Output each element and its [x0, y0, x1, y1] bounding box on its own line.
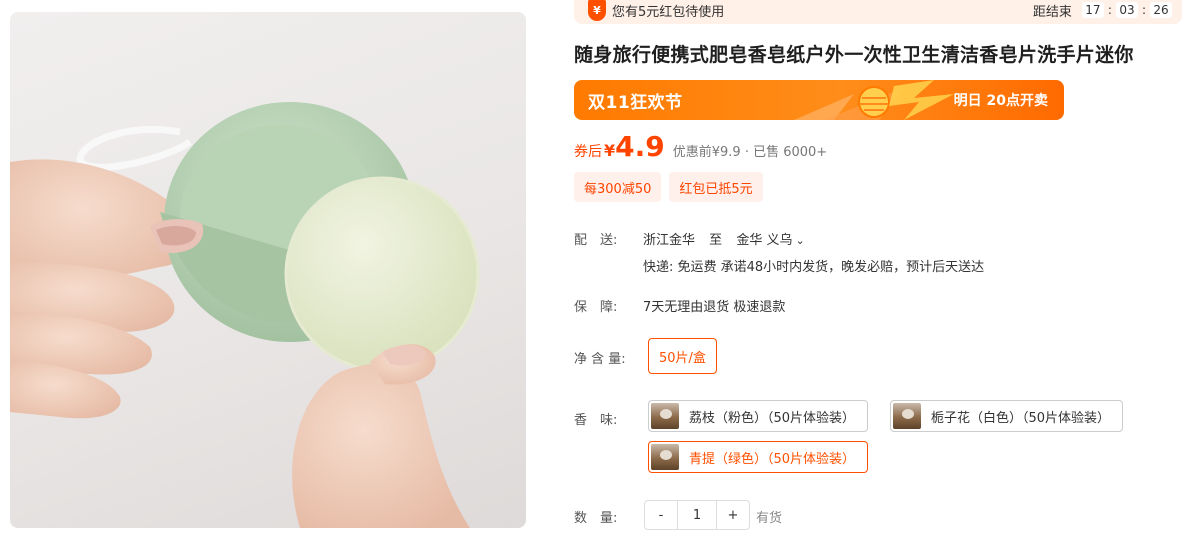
after-coupon-label: 券后	[574, 144, 602, 160]
countdown-separator: :	[1107, 3, 1112, 17]
quantity-input[interactable]: 1	[677, 501, 717, 529]
chevron-down-icon: ⌄	[795, 234, 805, 247]
scent-thumbnail	[651, 403, 679, 429]
double-11-logo: 双11狂欢节	[588, 92, 683, 113]
scent-option-lychee[interactable]: 荔枝（粉色）（50片体验装）	[648, 400, 869, 432]
scent-label: 香 味:	[574, 413, 618, 428]
promotion-tags: 每300减50 红包已抵5元	[574, 172, 763, 202]
scent-option-label: 青提（绿色）（50片体验装）	[689, 451, 856, 467]
scent-thumbnail	[893, 403, 921, 429]
sale-open-time: 明日 20点开卖	[953, 93, 1048, 109]
scent-option-label: 栀子花（白色）（50片体验装）	[931, 410, 1111, 426]
quantity-label: 数 量:	[574, 511, 618, 526]
delivery-to: 金华 义乌	[736, 233, 793, 248]
net-content-option[interactable]: 50片/盒	[648, 338, 717, 374]
stock-status: 有货	[756, 511, 783, 526]
currency-symbol: ¥	[604, 141, 616, 160]
discount-tag[interactable]: 每300减50	[574, 172, 662, 202]
red-packet-message: 您有5元红包待使用	[612, 4, 725, 20]
guarantee-text: 7天无理由退货 极速退款	[643, 300, 786, 315]
product-title: 随身旅行便携式肥皂香皂纸户外一次性卫生清洁香皂片洗手片迷你	[574, 44, 1134, 66]
net-content-label: 净 含 量:	[574, 352, 626, 367]
double-11-promo-bar[interactable]: 双11狂欢节 明日 20点开卖	[574, 80, 1064, 120]
net-content-option-label: 50片/盒	[659, 350, 706, 366]
scent-thumbnail	[651, 444, 679, 470]
countdown-label: 距结束	[1032, 4, 1072, 20]
delivery-destination[interactable]: 金华 义乌 ⌄	[736, 233, 804, 248]
price-value: 4.9	[615, 130, 665, 163]
scent-option-label: 荔枝（粉色）（50片体验装）	[689, 410, 856, 426]
red-packet-icon: ¥	[588, 0, 606, 21]
red-packet-banner[interactable]: ¥ 您有5元红包待使用 距结束 17 : 03 : 26	[574, 0, 1182, 24]
quantity-increase-button[interactable]: +	[717, 501, 749, 529]
price-meta: 优惠前¥9.9 · 已售 6000+	[672, 145, 828, 160]
scent-option-gardenia[interactable]: 栀子花（白色）（50片体验装）	[890, 400, 1124, 432]
delivery-to-word: 至	[709, 233, 723, 248]
countdown-hours: 17	[1081, 2, 1104, 18]
product-photo-illustration	[10, 102, 480, 528]
delivery-from: 浙江金华	[643, 233, 696, 248]
countdown-seconds: 26	[1150, 2, 1172, 18]
delivery-express-info: 快递: 免运费 承诺48小时内发货，晚发必赔，预计后天送达	[643, 260, 985, 275]
delivery-route: 浙江金华 至 金华 义乌 ⌄	[643, 229, 805, 248]
scent-option-green-grape[interactable]: 青提（绿色）（50片体验装）	[648, 441, 869, 473]
red-packet-tag[interactable]: 红包已抵5元	[669, 172, 763, 202]
guarantee-label: 保 障:	[574, 300, 618, 315]
quantity-stepper: - 1 +	[644, 500, 750, 530]
countdown-minutes: 03	[1115, 2, 1138, 18]
countdown-separator: :	[1141, 3, 1146, 17]
quantity-decrease-button[interactable]: -	[645, 501, 677, 529]
product-main-image[interactable]	[10, 12, 526, 528]
price-row: 券后 ¥ 4.9 优惠前¥9.9 · 已售 6000+	[574, 130, 827, 164]
countdown-timer: 17 : 03 : 26	[1081, 2, 1172, 18]
delivery-label: 配 送:	[574, 233, 618, 248]
